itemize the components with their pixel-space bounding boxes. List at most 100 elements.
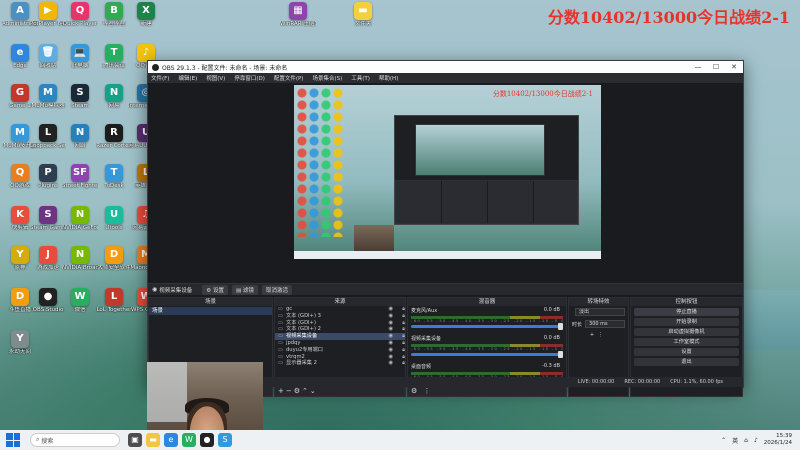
lock-icon[interactable]: 🔒︎ bbox=[393, 340, 405, 347]
edge-icon[interactable]: e bbox=[164, 433, 178, 447]
menu-help[interactable]: 帮助(H) bbox=[379, 74, 398, 82]
desktop-icon[interactable]: LLoopback Settings bbox=[30, 124, 66, 158]
input-language[interactable]: 英 bbox=[732, 436, 738, 445]
obs-titlebar[interactable]: OBS 29.1.3 - 配置文件: 未命名 - 场景: 未命名 — ☐ ✕ bbox=[148, 61, 743, 73]
desktop-icon[interactable]: T 腾讯会议 bbox=[96, 44, 132, 78]
maximize-icon[interactable]: ☐ bbox=[707, 63, 725, 71]
desktop-icon[interactable]: 🗑 回收站 bbox=[30, 44, 66, 78]
desktop-icon[interactable]: Y 永劫无间 bbox=[2, 330, 38, 364]
desktop-icon[interactable]: X 新建 bbox=[128, 2, 164, 36]
gear-icon[interactable]: ⚙ bbox=[294, 387, 302, 395]
desktop-icon[interactable]: ● OBS Studio bbox=[30, 288, 66, 322]
transition-menu-icon[interactable]: ⋮ bbox=[598, 332, 607, 338]
source-item[interactable]: ▭ duyu2专用端口 ◉ 🔒︎ bbox=[275, 347, 405, 354]
clock[interactable]: 15:39 2026/1/24 bbox=[764, 433, 792, 447]
visibility-eye-icon[interactable]: ◉ bbox=[381, 306, 393, 313]
desktop-icon[interactable]: P Plugins bbox=[30, 164, 66, 198]
studio-mode-button[interactable]: 工作室模式 bbox=[634, 338, 739, 346]
menu-edit[interactable]: 编辑(E) bbox=[178, 74, 197, 82]
visibility-eye-icon[interactable]: ◉ bbox=[381, 320, 393, 327]
mixer-menu-icon[interactable]: ⋮ bbox=[424, 387, 433, 395]
visibility-eye-icon[interactable]: ◉ bbox=[381, 340, 393, 347]
visibility-eye-icon[interactable]: ◉ bbox=[381, 360, 393, 367]
menu-tools[interactable]: 工具(T) bbox=[351, 74, 370, 82]
desktop-icon[interactable]: ▬ 文件夹 bbox=[345, 2, 381, 36]
task-view-icon[interactable]: ▣ bbox=[128, 433, 142, 447]
menu-view[interactable]: 视图(V) bbox=[206, 74, 225, 82]
desktop-icon[interactable]: S Steam Game bbox=[30, 206, 66, 240]
desktop-icon[interactable]: S Steam bbox=[62, 84, 98, 118]
lock-icon[interactable]: 🔒︎ bbox=[393, 320, 405, 327]
start-button[interactable] bbox=[6, 433, 20, 447]
volume-icon[interactable]: ♪ bbox=[754, 437, 758, 444]
chevron-up-icon[interactable]: ⌃ bbox=[721, 437, 726, 444]
source-item[interactable]: ▭ gc ◉ 🔒︎ bbox=[275, 306, 405, 313]
lock-icon[interactable]: 🔒︎ bbox=[393, 306, 405, 313]
start-virtual-camera-button[interactable]: 启动虚拟摄像机 bbox=[634, 328, 739, 336]
taskbar-search[interactable]: ⌕ 搜索 bbox=[30, 433, 120, 447]
desktop-icon[interactable]: M MuMu模拟器 bbox=[30, 84, 66, 118]
desktop-icon[interactable]: ▶PotPlayer 64 bit bbox=[30, 2, 66, 36]
desktop-icon[interactable]: D 大师安全软件 bbox=[96, 246, 132, 280]
desktop-icon[interactable]: R Razer Cortex bbox=[96, 124, 132, 158]
lock-icon[interactable]: 🔒︎ bbox=[393, 333, 405, 340]
obs-preview-canvas[interactable]: 分数10402/13000今日战绩2-1 bbox=[294, 85, 601, 259]
exit-button[interactable]: 退出 bbox=[634, 358, 739, 366]
desktop-icon[interactable]: J 游戏加速 bbox=[30, 246, 66, 280]
menu-profile[interactable]: 配置文件(P) bbox=[274, 74, 304, 82]
volume-fader[interactable] bbox=[411, 351, 563, 358]
wechat-icon[interactable]: W bbox=[182, 433, 196, 447]
stop-streaming-button[interactable]: 停止直播 bbox=[634, 308, 739, 316]
transition-duration-input[interactable]: 300 ms bbox=[585, 320, 625, 328]
desktop-icon[interactable]: T ToDesk bbox=[96, 164, 132, 198]
lock-icon[interactable]: 🔒︎ bbox=[393, 360, 405, 367]
desktop-icon[interactable]: ▦WinRAR 压缩文件 bbox=[280, 2, 316, 36]
remove-source-icon[interactable]: − bbox=[286, 387, 294, 395]
properties-button[interactable]: ⚙ 设置 bbox=[202, 284, 228, 295]
settings-button[interactable]: 设置 bbox=[634, 348, 739, 356]
network-icon[interactable]: ⌂ bbox=[744, 437, 748, 444]
menu-file[interactable]: 文件(F) bbox=[151, 74, 169, 82]
close-icon[interactable]: ✕ bbox=[725, 63, 743, 71]
menu-docks[interactable]: 停靠窗口(D) bbox=[234, 74, 265, 82]
lock-icon[interactable]: 🔒︎ bbox=[393, 354, 405, 361]
lock-icon[interactable]: 🔒︎ bbox=[393, 313, 405, 320]
add-transition-icon[interactable]: + bbox=[590, 332, 598, 338]
source-item[interactable]: ▭ jpdqy ◉ 🔒︎ bbox=[275, 340, 405, 347]
desktop-icon[interactable]: NNVIDIA GeForce bbox=[62, 206, 98, 240]
filters-button[interactable]: ▤ 滤镜 bbox=[231, 284, 258, 295]
desktop-icon[interactable]: U Utools bbox=[96, 206, 132, 240]
mixer-settings-icon[interactable]: ⚙ bbox=[411, 387, 419, 395]
volume-fader[interactable] bbox=[411, 323, 563, 330]
move-up-icon[interactable]: ⌃ bbox=[302, 387, 310, 395]
desktop-icon[interactable]: 💻 此电脑 bbox=[62, 44, 98, 78]
file-explorer-icon[interactable]: ▬ bbox=[146, 433, 160, 447]
visibility-eye-icon[interactable]: ◉ bbox=[381, 333, 393, 340]
store-icon[interactable]: S bbox=[218, 433, 232, 447]
desktop-icon[interactable]: Q Quick Player bbox=[62, 2, 98, 36]
desktop-icon[interactable]: N 网易 bbox=[96, 84, 132, 118]
lock-icon[interactable]: 🔒︎ bbox=[393, 347, 405, 354]
desktop-icon[interactable]: SFStreet Fighter 6 bbox=[62, 164, 98, 198]
add-source-icon[interactable]: + bbox=[278, 387, 286, 395]
transition-type-select[interactable]: 淡出 bbox=[575, 308, 625, 316]
desktop-icon[interactable]: B 哔哩哔哩 bbox=[96, 2, 132, 36]
visibility-eye-icon[interactable]: ◉ bbox=[381, 347, 393, 354]
desktop-icon[interactable]: W 微信 bbox=[62, 288, 98, 322]
desktop-icon[interactable]: L LoL Together bbox=[96, 288, 132, 322]
obs-window[interactable]: OBS 29.1.3 - 配置文件: 未命名 - 场景: 未命名 — ☐ ✕ 文… bbox=[147, 60, 744, 397]
move-down-icon[interactable]: ⌄ bbox=[310, 387, 318, 395]
source-item[interactable]: ▭ 视频采集设备 ◉ 🔒︎ bbox=[275, 333, 405, 340]
lock-icon[interactable]: 🔒︎ bbox=[393, 326, 405, 333]
desktop-icon[interactable]: N 网络 bbox=[62, 124, 98, 158]
minimize-icon[interactable]: — bbox=[689, 63, 707, 71]
visibility-eye-icon[interactable]: ◉ bbox=[381, 354, 393, 361]
deactivate-button[interactable]: 取消激活 bbox=[261, 284, 292, 295]
scene-item[interactable]: 场景 bbox=[149, 307, 272, 315]
visibility-eye-icon[interactable]: ◉ bbox=[381, 313, 393, 320]
menu-scene-collection[interactable]: 场景集合(S) bbox=[312, 74, 342, 82]
source-item[interactable]: ▭ 文本 (GDI+) 3 ◉ 🔒︎ bbox=[275, 313, 405, 320]
desktop-icon[interactable]: NNVIDIA Broadcast bbox=[62, 246, 98, 280]
obs-taskbar-icon[interactable]: ● bbox=[200, 433, 214, 447]
start-recording-button[interactable]: 开始录制 bbox=[634, 318, 739, 326]
